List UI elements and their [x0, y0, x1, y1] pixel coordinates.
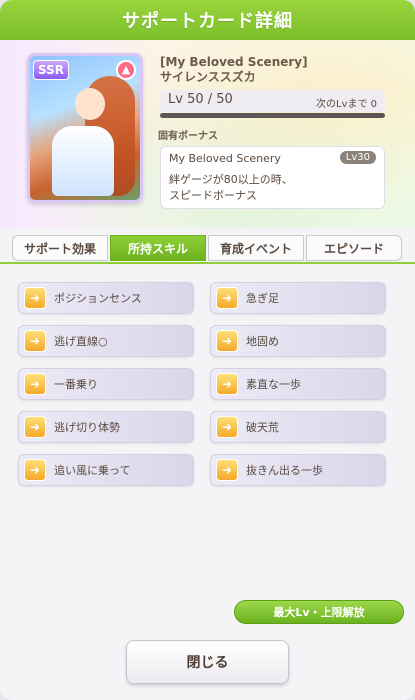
skill-icon: ➜	[24, 416, 46, 438]
support-card-detail-dialog: サポートカード詳細 SSR ▲ [My Beloved Scenery] サイレ…	[0, 0, 415, 700]
skill-name: 急ぎ足	[246, 292, 279, 305]
unique-bonus-description: 絆ゲージが80以上の時、 スピードボーナス	[169, 172, 293, 204]
tab-episode[interactable]: エピソード	[306, 235, 402, 261]
skill-name: 素直な一歩	[246, 378, 301, 391]
skill-item[interactable]: ➜ 破天荒	[210, 411, 386, 443]
skill-item[interactable]: ➜ 追い風に乗って	[18, 454, 194, 486]
unique-bonus-box: My Beloved Scenery Lv30 絆ゲージが80以上の時、 スピー…	[160, 146, 385, 209]
card-title: [My Beloved Scenery]	[160, 55, 308, 69]
rarity-badge: SSR	[33, 60, 69, 80]
skill-icon: ➜	[24, 373, 46, 395]
unique-bonus-desc-line2: スピードボーナス	[169, 189, 257, 202]
skill-name: 逃げ切り体勢	[54, 421, 120, 434]
detail-tabs: サポート効果 所持スキル 育成イベント エピソード	[12, 235, 402, 261]
tab-underline	[0, 262, 415, 264]
skill-item[interactable]: ➜ 素直な一歩	[210, 368, 386, 400]
skill-icon: ➜	[24, 287, 46, 309]
unique-bonus-level-badge: Lv30	[339, 151, 376, 164]
skill-item[interactable]: ➜ 抜きん出る一歩	[210, 454, 386, 486]
skill-icon: ➜	[216, 330, 238, 352]
tab-support-effect[interactable]: サポート効果	[12, 235, 108, 261]
card-art-face	[75, 88, 105, 120]
close-button[interactable]: 閉じる	[126, 640, 289, 684]
level-box: Lv 50 / 50 次のLvまで 0	[160, 90, 385, 112]
support-card-image[interactable]: SSR ▲	[27, 53, 143, 203]
card-character: サイレンススズカ	[160, 70, 256, 84]
skill-name: 逃げ直線○	[54, 335, 108, 348]
skill-name: 抜きん出る一歩	[246, 464, 323, 477]
skill-item[interactable]: ➜ 地固め	[210, 325, 386, 357]
tab-training-events[interactable]: 育成イベント	[208, 235, 304, 261]
skill-item[interactable]: ➜ 逃げ切り体勢	[18, 411, 194, 443]
tab-owned-skills[interactable]: 所持スキル	[110, 235, 206, 261]
fire-icon: ▲	[116, 60, 136, 80]
skill-icon: ➜	[216, 416, 238, 438]
skill-name: 一番乗り	[54, 378, 98, 391]
next-level-text: 次のLvまで 0	[315, 99, 377, 110]
level-progress-bar	[160, 113, 385, 118]
card-art-dress	[52, 126, 114, 196]
skill-name: 破天荒	[246, 421, 279, 434]
skill-item[interactable]: ➜ ポジションセンス	[18, 282, 194, 314]
skill-icon: ➜	[216, 459, 238, 481]
unique-bonus-title: My Beloved Scenery	[169, 152, 281, 165]
skill-icon: ➜	[24, 459, 46, 481]
dialog-title: サポートカード詳細	[122, 11, 293, 32]
unique-bonus-desc-line1: 絆ゲージが80以上の時、	[169, 173, 293, 186]
dialog-header: サポートカード詳細	[0, 0, 415, 40]
skill-name: 追い風に乗って	[54, 464, 131, 477]
skill-list: ➜ ポジションセンス ➜ 急ぎ足 ➜ 逃げ直線○ ➜ 地固め ➜ 一番乗り ➜ …	[18, 282, 396, 486]
skill-item[interactable]: ➜ 逃げ直線○	[18, 325, 194, 357]
skill-name: 地固め	[246, 335, 279, 348]
unique-bonus-label: 固有ボーナス	[158, 131, 218, 142]
skill-item[interactable]: ➜ 急ぎ足	[210, 282, 386, 314]
level-value: Lv 50 / 50	[168, 92, 233, 107]
skill-icon: ➜	[216, 373, 238, 395]
skill-icon: ➜	[216, 287, 238, 309]
skill-name: ポジションセンス	[54, 292, 142, 305]
max-level-unlock-button[interactable]: 最大Lv・上限解放	[234, 600, 404, 624]
skill-icon: ➜	[24, 330, 46, 352]
skill-item[interactable]: ➜ 一番乗り	[18, 368, 194, 400]
card-name: [My Beloved Scenery] サイレンススズカ	[160, 55, 308, 85]
